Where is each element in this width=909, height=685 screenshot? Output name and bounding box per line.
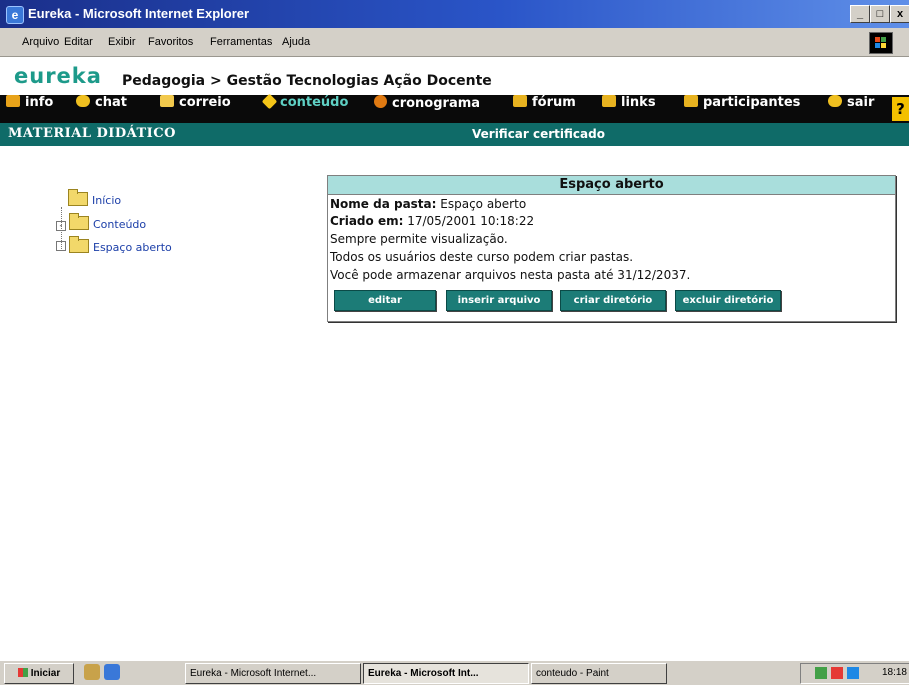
window-title-bar: e Eureka - Microsoft Internet Explorer _… <box>0 0 909 28</box>
created-label: Criado em: <box>330 214 404 228</box>
taskbar-task-paint[interactable]: conteudo - Paint <box>531 663 667 684</box>
folder-info-heading: Espaço aberto <box>328 176 895 195</box>
forum-icon <box>513 95 527 107</box>
visibility-note: Sempre permite visualização. <box>330 232 508 246</box>
create-directory-button[interactable]: criar diretório <box>560 290 666 311</box>
tree-item-label: Espaço aberto <box>93 241 172 254</box>
nav-forum-label: fórum <box>532 95 576 110</box>
info-icon <box>6 95 20 107</box>
window-title: Eureka - Microsoft Internet Explorer <box>28 6 250 21</box>
folder-name-row: Nome da pasta: Espaço aberto <box>330 197 526 211</box>
participants-icon <box>684 95 698 107</box>
nav-cronograma-label: cronograma <box>392 96 481 111</box>
insert-file-button[interactable]: inserir arquivo <box>446 290 552 311</box>
edit-button[interactable]: editar <box>334 290 436 311</box>
chat-icon <box>76 95 90 107</box>
nav-forum[interactable]: fórum <box>513 95 576 123</box>
minimize-button[interactable]: _ <box>850 5 870 23</box>
menu-editar[interactable]: Editar <box>64 36 93 48</box>
breadcrumb: Pedagogia > Gestão Tecnologias Ação Doce… <box>122 73 492 89</box>
eureka-logo[interactable]: eureka <box>14 64 102 88</box>
nav-correio-label: correio <box>179 95 231 110</box>
help-button[interactable]: ? <box>892 97 909 121</box>
taskbar-task-ie-1[interactable]: Eureka - Microsoft Internet... <box>185 663 361 684</box>
menu-ferramentas[interactable]: Ferramentas <box>210 36 272 48</box>
tree-item-label: Conteúdo <box>93 218 147 231</box>
verify-certificate-link[interactable]: Verificar certificado <box>472 127 605 141</box>
links-icon <box>602 95 616 107</box>
system-tray: 18:18 <box>800 663 909 684</box>
nav-chat[interactable]: chat <box>76 95 127 123</box>
created-row: Criado em: 17/05/2001 10:18:22 <box>330 214 534 228</box>
ie-icon[interactable]: e <box>6 6 24 24</box>
tray-icon[interactable] <box>815 667 827 679</box>
schedule-icon <box>374 95 387 108</box>
folder-name-value: Espaço aberto <box>440 197 527 211</box>
site-header: eureka Pedagogia > Gestão Tecnologias Aç… <box>0 57 909 95</box>
nav-conteudo[interactable]: conteúdo <box>261 93 349 123</box>
windows-logo-icon <box>869 32 893 54</box>
nav-participantes-label: participantes <box>703 95 801 110</box>
nav-conteudo-label: conteúdo <box>280 95 349 110</box>
tree-item-inicio[interactable]: Início <box>68 189 122 207</box>
tree-node-box-icon <box>56 241 66 251</box>
created-value: 17/05/2001 10:18:22 <box>407 214 535 228</box>
nav-links[interactable]: links <box>602 95 656 123</box>
nav-info[interactable]: info <box>6 95 53 123</box>
storage-note: Você pode armazenar arquivos nesta pasta… <box>330 268 691 282</box>
taskbar-task-ie-2[interactable]: Eureka - Microsoft Int... <box>363 663 529 684</box>
permission-note: Todos os usuários deste curso podem cria… <box>330 250 634 264</box>
folder-icon <box>68 189 88 206</box>
start-button[interactable]: Iniciar <box>4 663 74 684</box>
nav-participantes[interactable]: participantes <box>684 95 800 123</box>
folder-info-panel: Espaço aberto Nome da pasta: Espaço aber… <box>327 175 896 322</box>
menu-arquivo[interactable]: Arquivo <box>22 36 59 48</box>
nav-links-label: links <box>621 95 656 110</box>
menu-ajuda[interactable]: Ajuda <box>282 36 310 48</box>
folder-icon <box>69 213 89 230</box>
start-label: Iniciar <box>30 668 61 679</box>
windows-flag-icon <box>17 668 28 677</box>
clock: 18:18 <box>881 667 907 678</box>
main-nav: info chat correio conteúdo cronograma fó… <box>0 93 909 123</box>
tray-icon[interactable] <box>847 667 859 679</box>
taskbar: Iniciar Eureka - Microsoft Internet... E… <box>0 660 909 685</box>
show-desktop-icon[interactable] <box>84 664 100 680</box>
nav-correio[interactable]: correio <box>160 95 231 123</box>
tree-item-label: Início <box>92 194 122 207</box>
tree-item-conteudo[interactable]: - Conteúdo <box>56 213 147 231</box>
maximize-button[interactable]: □ <box>870 5 890 23</box>
menu-favoritos[interactable]: Favoritos <box>148 36 193 48</box>
ie-quicklaunch-icon[interactable] <box>104 664 120 680</box>
nav-sair-label: sair <box>847 95 875 110</box>
nav-info-label: info <box>25 95 54 110</box>
tree-item-espaco-aberto[interactable]: Espaço aberto <box>56 236 172 254</box>
content-icon <box>261 93 278 110</box>
section-bar: MATERIAL DIDÁTICO Verificar certificado <box>0 123 909 146</box>
delete-directory-button[interactable]: excluir diretório <box>675 290 781 311</box>
close-button[interactable]: x <box>890 5 909 23</box>
tray-icon[interactable] <box>831 667 843 679</box>
nav-sair[interactable]: sair <box>828 95 874 123</box>
folder-icon <box>69 236 89 253</box>
collapse-toggle-icon[interactable]: - <box>56 221 66 231</box>
nav-cronograma[interactable]: cronograma <box>374 95 480 123</box>
menu-bar: Arquivo Editar Exibir Favoritos Ferramen… <box>0 28 909 57</box>
folder-name-label: Nome da pasta: <box>330 197 437 211</box>
exit-icon <box>828 95 842 107</box>
mail-icon <box>160 95 174 107</box>
menu-exibir[interactable]: Exibir <box>108 36 136 48</box>
nav-chat-label: chat <box>95 95 127 110</box>
section-title: MATERIAL DIDÁTICO <box>8 126 176 141</box>
